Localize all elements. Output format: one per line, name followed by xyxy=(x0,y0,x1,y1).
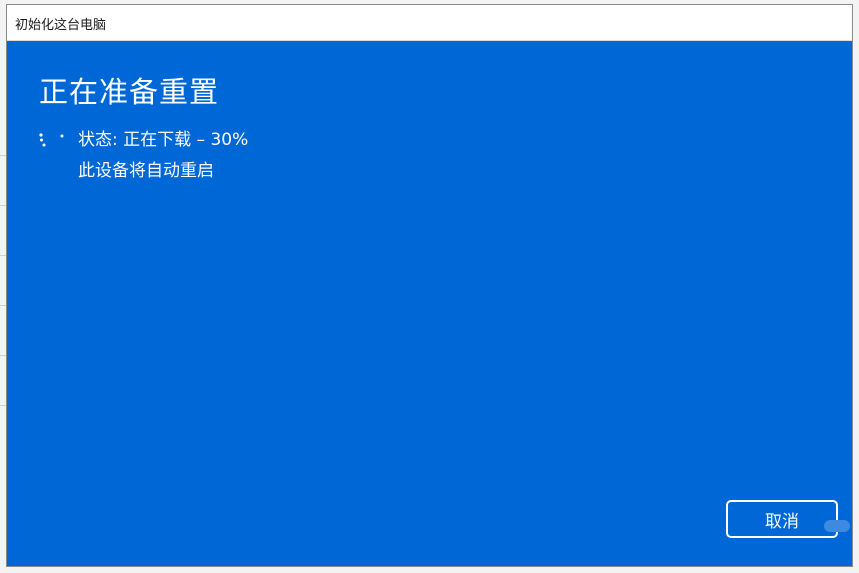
restart-notice: 此设备将自动重启 xyxy=(78,161,214,181)
status-text: 状态: 正在下载 – 30% xyxy=(78,130,249,150)
window-title: 初始化这台电脑 xyxy=(15,18,107,33)
title-bar[interactable]: 初始化这台电脑 xyxy=(7,5,852,41)
spinner-dot xyxy=(39,133,43,137)
cancel-button[interactable]: 取消 xyxy=(726,500,838,538)
watermark-badge xyxy=(824,520,850,532)
loading-spinner-icon xyxy=(39,133,64,147)
spinner-dot xyxy=(40,138,43,142)
page-title: 正在准备重置 xyxy=(39,75,220,109)
spinner-dot xyxy=(60,134,64,138)
reset-dialog-window: 初始化这台电脑 正在准备重置 状态: 正在下载 – 30% 此设备将自动重启 取… xyxy=(6,4,853,567)
spinner-dot xyxy=(42,143,46,147)
dialog-content: 正在准备重置 状态: 正在下载 – 30% 此设备将自动重启 取消 xyxy=(7,41,852,566)
